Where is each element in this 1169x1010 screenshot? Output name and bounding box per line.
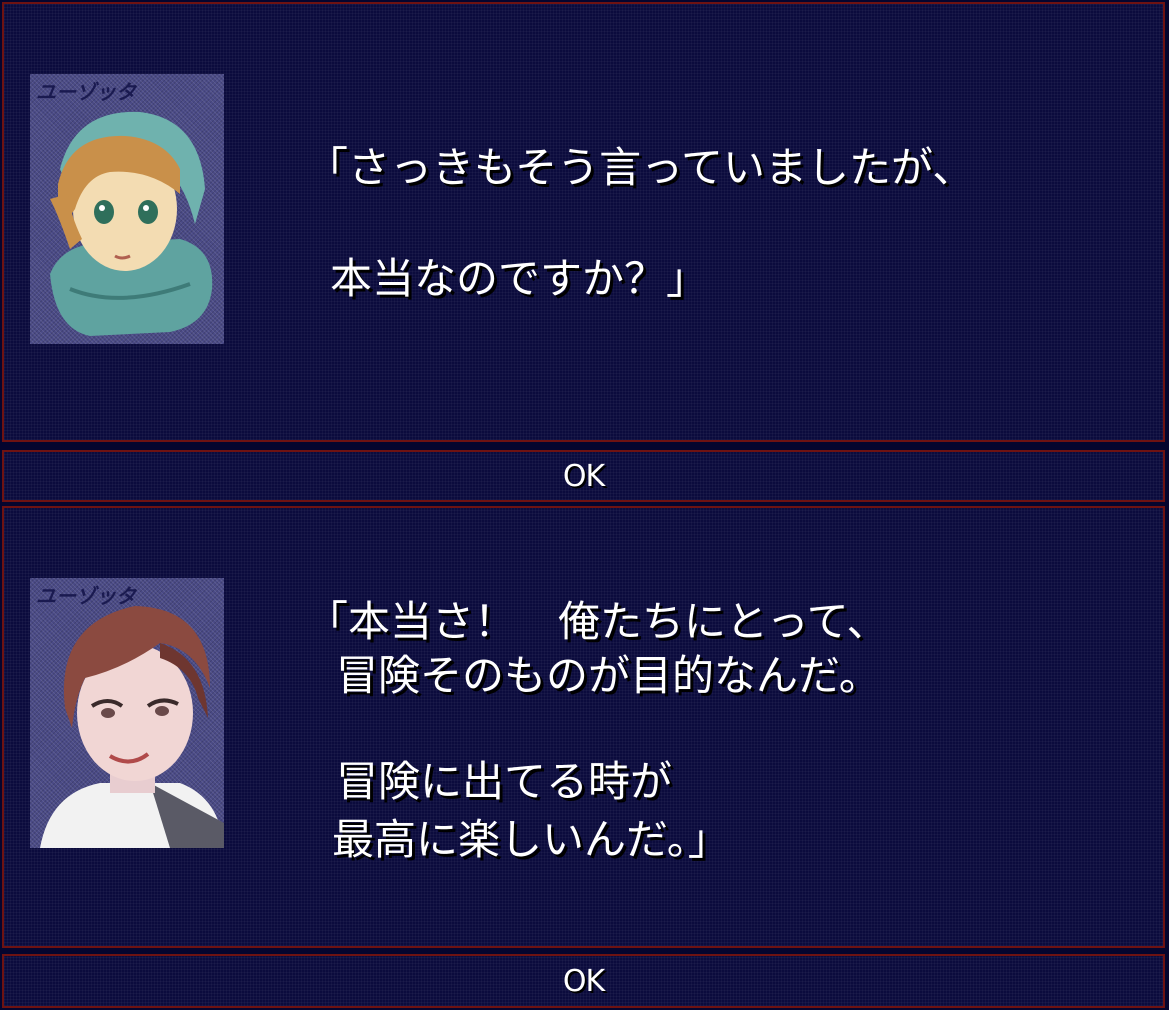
dialog-1-line-2: 本当なのですか？」 xyxy=(330,254,709,303)
dialog-2-line-3: 冒険に出てる時が xyxy=(336,757,673,806)
ok-button-1-label: OK xyxy=(562,458,605,494)
character-portrait-2: ユーゾッタ xyxy=(30,578,224,848)
character-portrait-1: ユーゾッタ xyxy=(30,74,224,344)
dialog-2-line-1: 「本当さ！ 俺たちにとって、 xyxy=(306,597,889,646)
dialog-1-line-1: 「さっきもそう言っていましたが、 xyxy=(306,143,975,192)
ok-button-2[interactable]: OK xyxy=(2,954,1165,1008)
ok-button-1[interactable]: OK xyxy=(2,450,1165,502)
portrait-image-1 xyxy=(50,111,213,336)
dialog-2-line-4: 最高に楽しいんだ。」 xyxy=(332,815,730,864)
portrait-tag-1: ユーゾッタ xyxy=(36,80,136,104)
portrait-image-2 xyxy=(40,606,224,848)
dialog-2-line-2: 冒険そのものが目的なんだ。 xyxy=(336,651,881,700)
ok-button-2-label: OK xyxy=(562,963,605,999)
portrait-tag-2: ユーゾッタ xyxy=(36,584,136,608)
